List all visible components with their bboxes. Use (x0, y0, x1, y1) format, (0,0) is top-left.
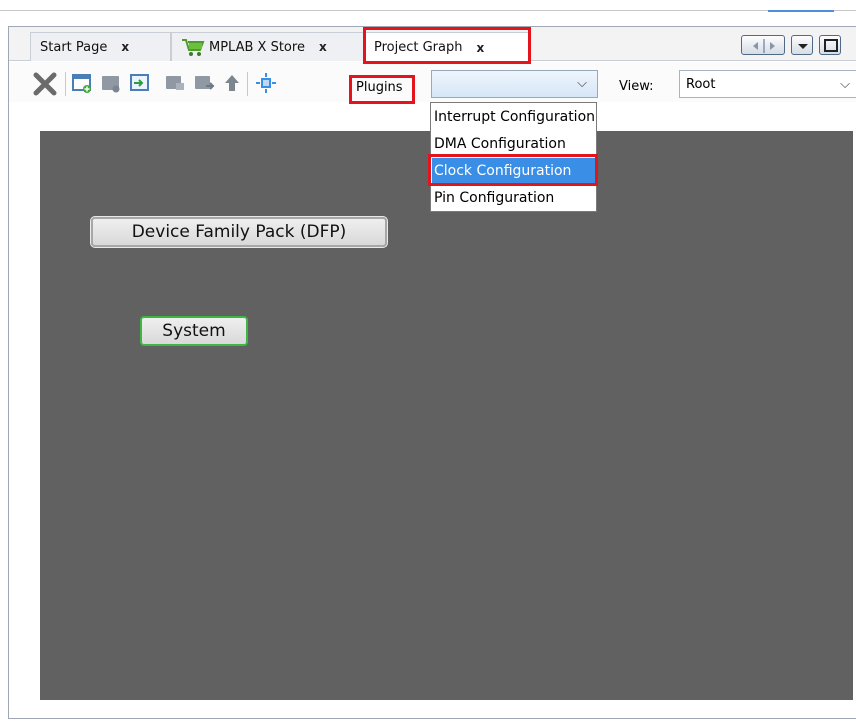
dropdown-item-clock-configuration[interactable]: Clock Configuration (432, 158, 595, 184)
toolbar-separator (247, 72, 248, 96)
chevron-down-icon (798, 44, 808, 49)
graph-node-system[interactable]: System (140, 316, 248, 346)
top-divider (0, 10, 856, 11)
tab-scroll-buttons[interactable] (741, 35, 785, 55)
tab-close-icon[interactable]: x (121, 40, 129, 54)
tab-project-graph[interactable]: Project Graph x (364, 32, 530, 62)
view-label: View: (619, 79, 654, 94)
up-arrow-icon[interactable] (221, 72, 243, 94)
export-node-icon[interactable] (193, 72, 215, 94)
dropdown-item-interrupt-configuration[interactable]: Interrupt Configuration (432, 104, 595, 130)
tab-close-icon[interactable]: x (319, 40, 327, 54)
toolbar-separator (65, 72, 66, 96)
plugins-dropdown-list: Interrupt Configuration DMA Configuratio… (430, 102, 597, 212)
import-node-icon[interactable] (129, 72, 151, 94)
maximize-icon (824, 39, 838, 52)
tab-label: MPLAB X Store (209, 39, 305, 55)
add-node-icon[interactable] (100, 72, 122, 94)
top-accent (768, 8, 834, 12)
tab-mplab-x-store[interactable]: MPLAB X Store x (171, 32, 364, 61)
delete-icon[interactable] (32, 71, 58, 97)
chevron-down-icon: ⌵ (577, 76, 587, 91)
fit-to-window-icon[interactable] (255, 72, 277, 94)
tab-label: Start Page (40, 39, 108, 55)
graph-node-dfp[interactable]: Device Family Pack (DFP) (90, 216, 388, 248)
tab-start-page[interactable]: Start Page x (30, 32, 171, 61)
project-graph-canvas[interactable]: Device Family Pack (DFP) System (40, 131, 853, 700)
plugins-label[interactable]: Plugins (356, 80, 403, 95)
tab-label: Project Graph (374, 40, 463, 55)
top-strip (0, 0, 856, 22)
plugins-combo[interactable]: ⌵ (431, 70, 598, 98)
new-node-icon[interactable] (71, 72, 93, 94)
view-select-value: Root (686, 77, 716, 92)
dropdown-item-dma-configuration[interactable]: DMA Configuration (432, 131, 595, 157)
node-properties-icon[interactable] (164, 72, 186, 94)
tab-scroll-arrows-icon (753, 39, 775, 53)
dropdown-item-pin-configuration[interactable]: Pin Configuration (432, 185, 595, 211)
project-graph-window: Start Page x MPLAB X Store x Project Gra… (8, 26, 856, 719)
shopping-cart-icon (182, 39, 205, 56)
tab-close-icon[interactable]: x (477, 41, 485, 55)
view-select[interactable]: Root ⌵ (679, 70, 856, 98)
maximize-button[interactable] (819, 35, 841, 55)
editor-tab-bar: Start Page x MPLAB X Store x Project Gra… (9, 27, 856, 62)
tab-list-button[interactable] (791, 35, 813, 55)
chevron-down-icon: ⌵ (840, 77, 850, 92)
